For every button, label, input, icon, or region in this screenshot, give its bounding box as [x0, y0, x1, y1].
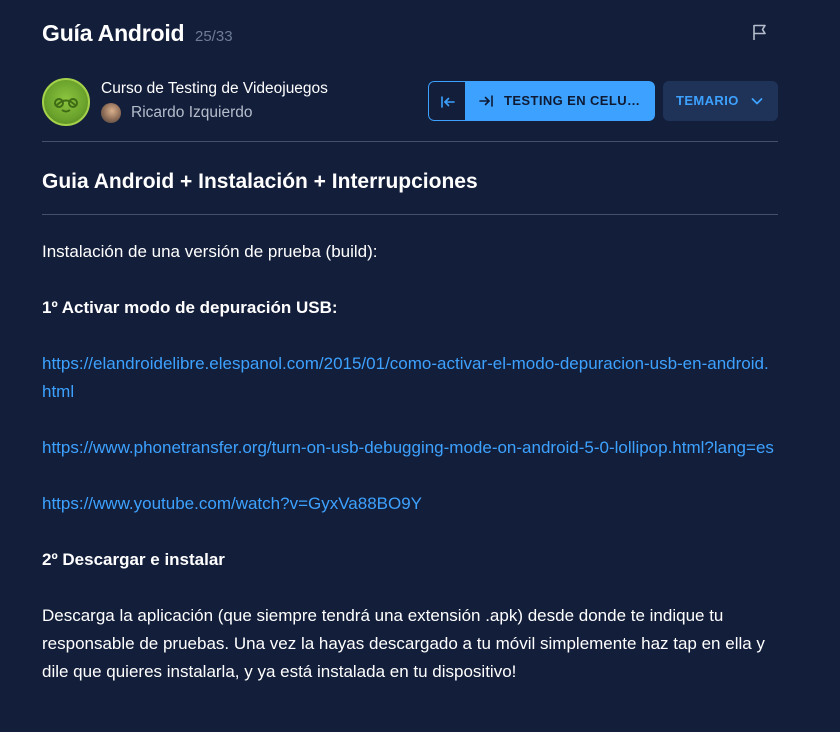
link-youtube[interactable]: https://www.youtube.com/watch?v=GyxVa88B… — [42, 494, 422, 513]
link-depuracion-usb[interactable]: https://elandroidelibre.elespanol.com/20… — [42, 354, 769, 401]
lesson-title: Guia Android + Instalación + Interrupcio… — [42, 170, 478, 193]
temario-button[interactable]: TEMARIO — [663, 81, 778, 121]
intro-text: Instalación de una versión de prueba (bu… — [42, 242, 378, 261]
lesson-navigation: TESTING EN CELU… — [428, 81, 655, 121]
course-info: Curso de Testing de Videojuegos Ricardo … — [42, 78, 778, 126]
link-phonetransfer[interactable]: https://www.phonetransfer.org/turn-on-us… — [42, 438, 774, 457]
step2-heading: 2º Descargar e instalar — [42, 550, 225, 569]
header-divider — [42, 141, 778, 142]
flag-icon[interactable] — [750, 22, 770, 42]
step1-heading: 1º Activar modo de depuración USB: — [42, 298, 338, 317]
page-title: Guía Android — [42, 20, 185, 46]
title-divider — [42, 214, 778, 215]
teacher-name: Ricardo Izquierdo — [131, 104, 253, 121]
previous-lesson-button[interactable] — [428, 81, 466, 121]
lesson-content: Instalación de una versión de prueba (bu… — [42, 238, 778, 714]
teacher-avatar — [101, 103, 121, 123]
chevron-down-icon — [751, 98, 763, 105]
course-name[interactable]: Curso de Testing de Videojuegos — [101, 80, 328, 98]
next-lesson-button[interactable]: TESTING EN CELU… — [466, 81, 655, 121]
lesson-counter: 25/33 — [195, 28, 233, 45]
arrow-left-bar-icon — [441, 96, 455, 108]
course-avatar[interactable] — [42, 78, 90, 126]
next-lesson-label: TESTING EN CELU… — [504, 93, 641, 108]
temario-label: TEMARIO — [676, 93, 739, 108]
lesson-header: Guía Android 25/33 — [42, 20, 778, 50]
step2-text: Descarga la aplicación (que siempre tend… — [42, 606, 765, 681]
arrow-right-bar-icon — [479, 95, 493, 107]
